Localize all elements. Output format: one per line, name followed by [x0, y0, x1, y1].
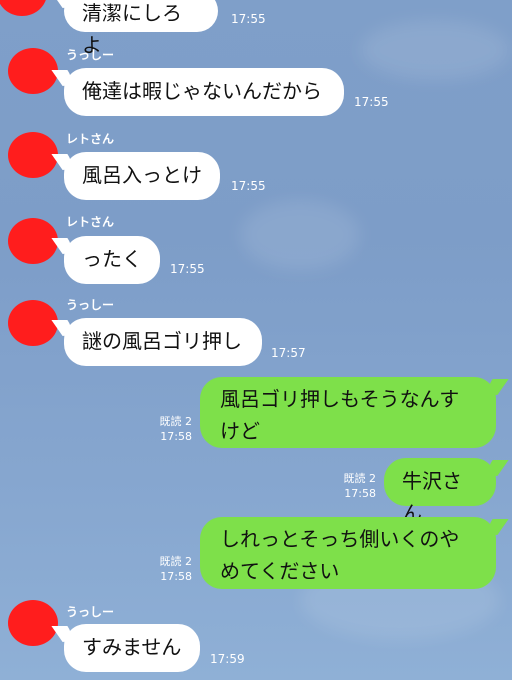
- sender-name: うっしー: [66, 48, 115, 62]
- message-bubble[interactable]: 俺達は暇じゃないんだから: [64, 68, 344, 116]
- message-meta: 既読 2 17:58: [334, 471, 377, 501]
- avatar[interactable]: [8, 600, 58, 646]
- message-time: 17:55: [354, 95, 389, 109]
- message-time: 17:55: [231, 179, 266, 193]
- read-receipt: 既読 2: [159, 555, 193, 568]
- message-text: ったく: [82, 247, 142, 271]
- message-bubble[interactable]: 風呂入っとけ: [64, 152, 220, 200]
- message-bubble[interactable]: ったく: [64, 236, 160, 284]
- avatar[interactable]: [8, 300, 58, 346]
- message-time: 17:58: [160, 570, 192, 583]
- message-time: 17:57: [271, 346, 306, 360]
- read-receipt: 既読 2: [343, 472, 377, 485]
- message-bubble[interactable]: しれっとそっち側いくのやめてください: [200, 517, 496, 589]
- message-text: 謎の風呂ゴリ押し: [82, 329, 242, 353]
- sender-name: うっしー: [66, 298, 115, 312]
- message-text: 風呂ゴリ押しもそうなんすけど: [220, 387, 460, 443]
- message-bubble[interactable]: 牛沢さん: [384, 458, 496, 525]
- message-time: 17:58: [344, 487, 376, 500]
- message-time: 17:58: [160, 430, 192, 443]
- message-text: 俺達は暇じゃないんだから: [82, 79, 322, 103]
- read-receipt: 既読 2: [159, 415, 193, 428]
- sender-name: レトさん: [66, 132, 115, 146]
- message-bubble[interactable]: 謎の風呂ゴリ押し: [64, 318, 262, 366]
- avatar[interactable]: [0, 0, 47, 16]
- avatar[interactable]: [8, 48, 58, 94]
- message-time: 17:55: [170, 262, 205, 276]
- message-meta: 既読 2 17:58: [150, 554, 193, 584]
- message-time: 17:59: [210, 652, 245, 666]
- sender-name: レトさん: [66, 215, 115, 229]
- message-text: すみません: [82, 635, 182, 659]
- message-text: しれっとそっち側いくのやめてください: [220, 527, 460, 583]
- avatar[interactable]: [8, 218, 58, 264]
- message-text: 風呂入っとけ: [82, 163, 202, 187]
- sender-name: うっしー: [66, 605, 115, 619]
- message-bubble[interactable]: すみません: [64, 624, 200, 672]
- message-bubble[interactable]: 清潔にしろよ: [64, 0, 218, 57]
- message-meta: 既読 2 17:58: [150, 414, 193, 444]
- message-bubble[interactable]: 風呂ゴリ押しもそうなんすけど: [200, 377, 496, 448]
- message-time: 17:55: [231, 12, 266, 26]
- avatar[interactable]: [8, 132, 58, 178]
